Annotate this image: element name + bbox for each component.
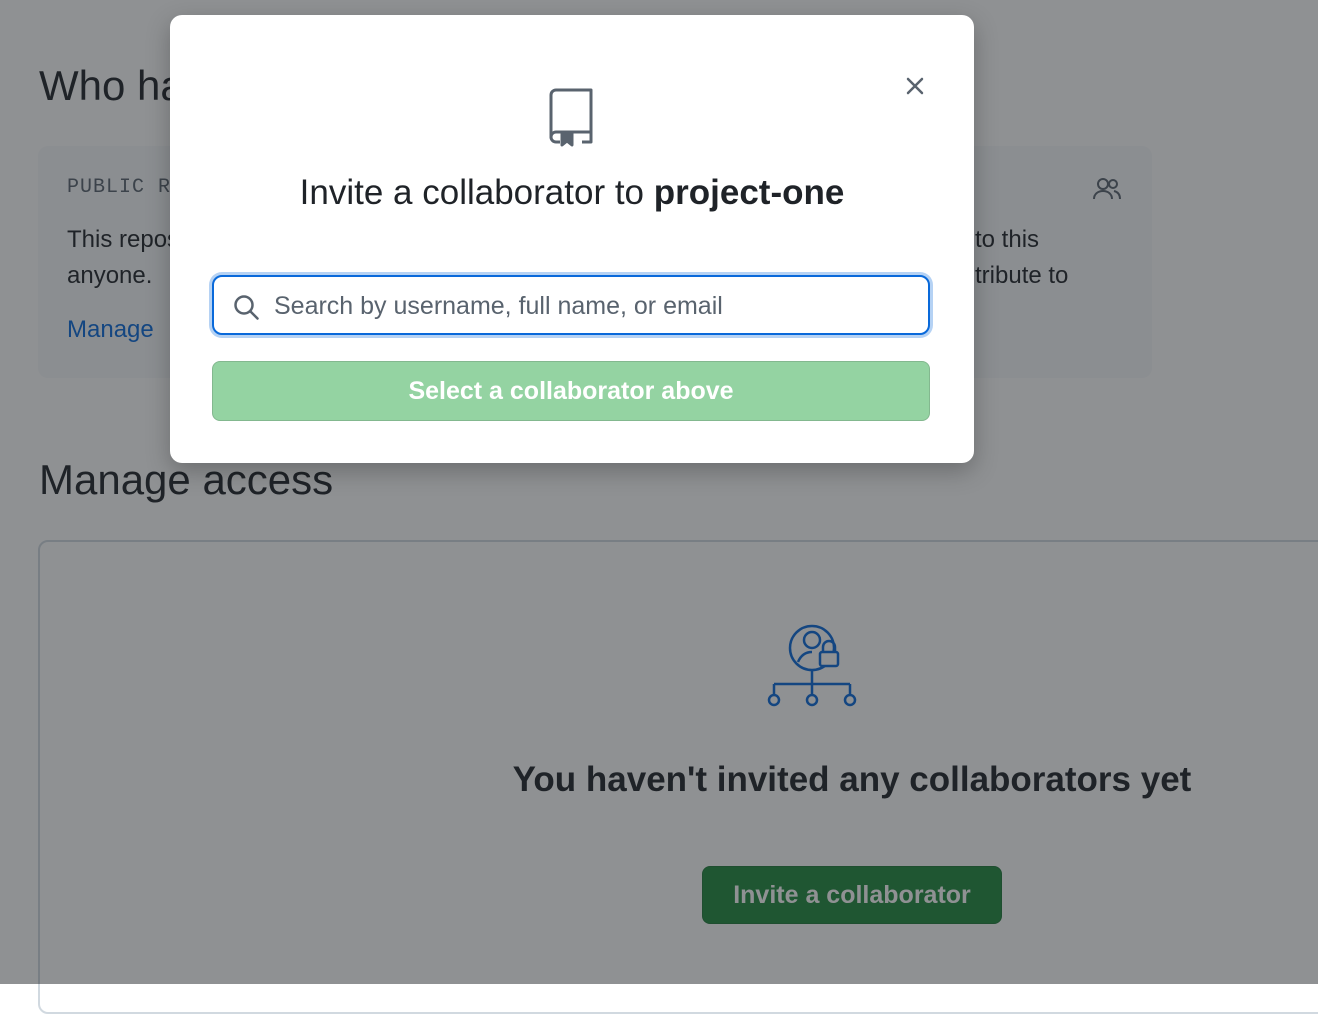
select-collaborator-button[interactable]: Select a collaborator above	[212, 361, 930, 421]
x-icon	[906, 77, 924, 95]
search-field[interactable]	[212, 275, 930, 335]
search-icon	[234, 295, 259, 320]
invite-collaborator-dialog: Invite a collaborator to project-one Sel…	[170, 15, 974, 463]
repository-name: project-one	[653, 173, 845, 212]
dialog-title: Invite a collaborator to project-one	[170, 173, 974, 213]
close-dialog-button[interactable]	[894, 65, 936, 107]
repo-icon	[549, 88, 593, 147]
search-input[interactable]	[272, 285, 916, 327]
dialog-title-prefix: Invite a collaborator to	[299, 173, 645, 212]
